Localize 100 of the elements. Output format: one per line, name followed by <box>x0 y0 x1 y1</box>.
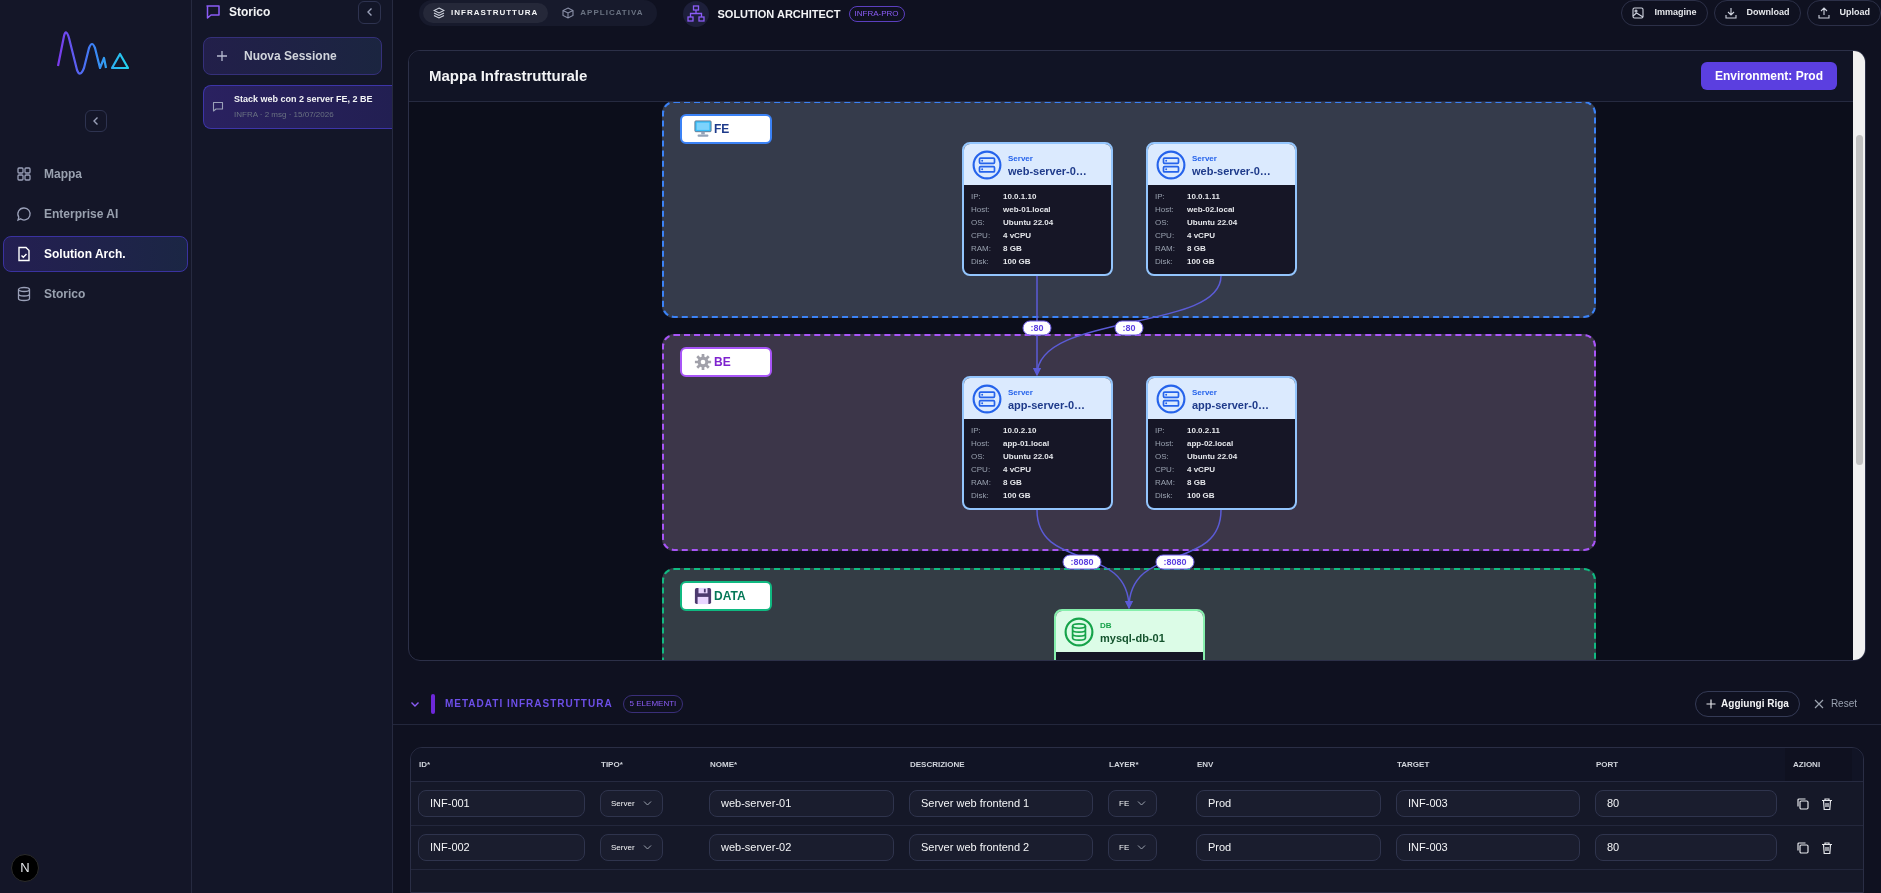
chat-icon <box>212 101 224 113</box>
field-label: OS: <box>1155 450 1170 463</box>
copy-button[interactable] <box>1796 796 1810 811</box>
text-field[interactable]: INF-002 <box>418 834 585 861</box>
dropdown[interactable]: Server <box>600 790 663 817</box>
text-field[interactable]: web-server-02 <box>709 834 894 861</box>
delete-button[interactable] <box>1820 796 1834 811</box>
copy-icon <box>1796 840 1810 855</box>
column-header: LAYER* <box>1108 758 1140 771</box>
grid-icon <box>16 166 32 182</box>
delete-button[interactable] <box>1820 840 1834 855</box>
node-type: DB <box>1100 619 1113 632</box>
dropdown[interactable]: FE <box>1108 834 1158 861</box>
new-session-button[interactable]: Nuova Sessione <box>203 37 382 75</box>
column-header: TARGET <box>1396 758 1431 771</box>
port-label: :8080 <box>1155 554 1195 570</box>
field-value: 10.0.1.10 <box>1003 190 1037 203</box>
field-label: IP: <box>971 424 982 437</box>
column-header: TIPO* <box>600 758 624 771</box>
column-header: ID* <box>418 758 432 771</box>
collapse-button[interactable] <box>358 0 381 24</box>
network-icon <box>683 1 710 27</box>
column-header: ENV <box>1196 758 1215 771</box>
dropdown[interactable]: Server <box>600 834 663 861</box>
copy-button[interactable] <box>1796 840 1810 855</box>
field-label: OS: <box>971 216 986 229</box>
database-icon <box>16 286 32 302</box>
text-field[interactable]: 80 <box>1595 834 1777 861</box>
field-label: OS: <box>971 450 986 463</box>
nav-item[interactable]: Mappa <box>3 156 188 192</box>
field-value: 100 GB <box>1003 489 1031 502</box>
node-type: Server <box>1192 386 1218 399</box>
layer-label: DATA <box>680 581 772 611</box>
field-value: 8 GB <box>1187 242 1206 255</box>
text-field[interactable]: INF-003 <box>1396 834 1580 861</box>
trash-icon <box>1820 796 1834 811</box>
document-check-icon <box>16 246 32 262</box>
field-value: Ubuntu 22.04 <box>1187 216 1238 229</box>
text-field[interactable]: Prod <box>1196 834 1381 861</box>
gear-icon <box>694 353 712 371</box>
session-item[interactable]: Stack web con 2 server FE, 2 BE INFRA · 2 msg · 15/07/2026 <box>203 85 392 129</box>
text-field[interactable]: INF-003 <box>1396 790 1580 817</box>
text-field[interactable]: Server web frontend 2 <box>909 834 1093 861</box>
field-label: RAM: <box>971 476 992 489</box>
chat-icon <box>16 206 32 222</box>
close-icon <box>1813 698 1824 709</box>
database-icon <box>1064 616 1094 647</box>
field-label: RAM: <box>971 242 992 255</box>
text-field[interactable]: INF-001 <box>418 790 585 817</box>
field-value: 8 GB <box>1003 476 1022 489</box>
nav-item[interactable]: Storico <box>3 276 188 312</box>
field-label: IP: <box>971 190 982 203</box>
view-tab[interactable]: INFRASTRUTTURA <box>423 3 549 23</box>
column-header: NOME* <box>709 758 739 771</box>
section-title: METADATI INFRASTRUTTURA <box>445 697 613 711</box>
scrollbar[interactable] <box>1853 51 1865 660</box>
field-value: 10.0.2.10 <box>1003 424 1037 437</box>
column-header: PORT <box>1595 758 1620 771</box>
field-value: web-02.local <box>1187 203 1235 216</box>
field-value: Ubuntu 22.04 <box>1187 450 1238 463</box>
session-title: Stack web con 2 server FE, 2 BE <box>234 92 373 106</box>
layer-label: FE <box>680 114 772 144</box>
port-label: :8080 <box>1062 554 1102 570</box>
layer-label: BE <box>680 347 772 377</box>
text-field[interactable]: 80 <box>1595 790 1777 817</box>
nav-item[interactable]: Enterprise AI <box>3 196 188 232</box>
view-tab[interactable]: APPLICATIVA <box>552 3 654 23</box>
user-avatar[interactable]: N <box>11 854 39 882</box>
field-value: Ubuntu 22.04 <box>1003 216 1054 229</box>
port-label: :80 <box>1022 320 1052 336</box>
reset-button[interactable]: Reset <box>1813 696 1857 711</box>
nav-item[interactable]: Solution Arch. <box>3 236 188 272</box>
field-label: RAM: <box>1155 242 1176 255</box>
plus-icon <box>1706 698 1717 709</box>
environment-button[interactable]: Environment: Prod <box>1701 62 1837 90</box>
field-value: 4 vCPU <box>1003 463 1031 476</box>
node-card[interactable]: DB mysql-db-01 <box>1054 609 1205 660</box>
panel-title: Storico <box>229 4 271 21</box>
chevron-down-icon <box>642 799 652 808</box>
image-icon <box>1632 7 1645 19</box>
text-field[interactable]: Server web frontend 1 <box>909 790 1093 817</box>
field-label: Disk: <box>1155 255 1174 268</box>
field-value: 4 vCPU <box>1187 463 1215 476</box>
text-field[interactable]: web-server-01 <box>709 790 894 817</box>
node-card[interactable]: Server web-server-0… IP: 10.0.1.11 Host: web-02.local OS: Ubuntu 22.04 CPU: 4 vCPU RAM: 8 GB Disk: 100 GB <box>1146 142 1297 276</box>
text-field[interactable]: Prod <box>1196 790 1381 817</box>
field-label: CPU: <box>971 229 992 242</box>
layers-icon <box>433 7 445 19</box>
node-type: Server <box>1008 152 1034 165</box>
collapse-button[interactable] <box>84 110 107 132</box>
node-card[interactable]: Server app-server-0… IP: 10.0.2.11 Host: app-02.local OS: Ubuntu 22.04 CPU: 4 vCPU RAM: 8 GB Disk: 100 GB <box>1146 376 1297 510</box>
node-card[interactable]: Server app-server-0… IP: 10.0.2.10 Host: app-01.local OS: Ubuntu 22.04 CPU: 4 vCPU RAM: 8 GB Disk: 100 GB <box>962 376 1113 510</box>
field-value: 100 GB <box>1187 489 1215 502</box>
field-value: web-01.local <box>1003 203 1051 216</box>
node-card[interactable]: Server web-server-0… IP: 10.0.1.10 Host: web-01.local OS: Ubuntu 22.04 CPU: 4 vCPU RAM: 8 GB Disk: 100 GB <box>962 142 1113 276</box>
chevron-down-icon <box>1137 799 1147 808</box>
field-label: Host: <box>1155 437 1175 450</box>
node-name: app-server-0… <box>1192 398 1270 412</box>
field-value: 4 vCPU <box>1187 229 1215 242</box>
dropdown[interactable]: FE <box>1108 790 1158 817</box>
